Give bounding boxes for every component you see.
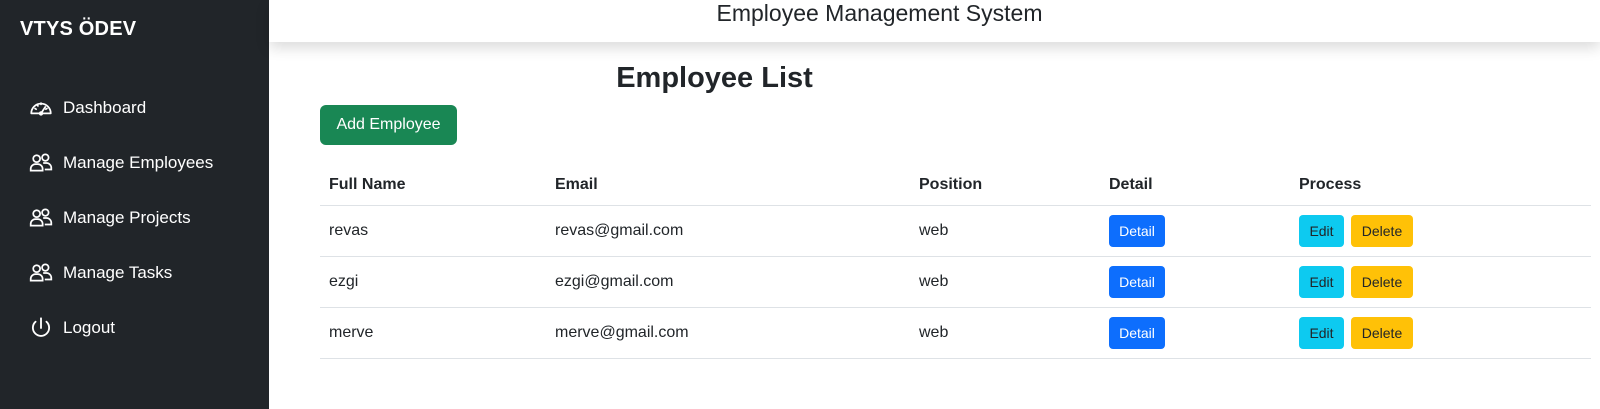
sidebar-item-logout[interactable]: Logout [28, 300, 213, 355]
people-icon [28, 260, 54, 286]
top-header: Employee Management System [269, 0, 1600, 42]
edit-button[interactable]: Edit [1299, 265, 1344, 298]
delete-button[interactable]: Delete [1351, 214, 1413, 247]
cell-position: web [910, 256, 1100, 308]
detail-button[interactable]: Detail [1109, 214, 1165, 247]
cell-position: web [910, 205, 1100, 257]
speedometer-icon [28, 95, 54, 121]
cell-detail: Detail [1100, 205, 1290, 257]
column-header-position: Position [910, 165, 1100, 206]
app-title: Employee Management System [716, 0, 1043, 26]
sidebar-item-label: Manage Projects [63, 207, 191, 227]
delete-button[interactable]: Delete [1351, 265, 1413, 298]
detail-button[interactable]: Detail [1109, 316, 1165, 349]
column-header-process: Process [1290, 165, 1591, 206]
column-header-full-name: Full Name [320, 165, 546, 206]
employee-table: Full Name Email Position Detail Process … [320, 165, 1591, 359]
page-title-text: Employee List [616, 62, 813, 94]
edit-button[interactable]: Edit [1299, 214, 1344, 247]
cell-detail: Detail [1100, 256, 1290, 308]
table-row: revas revas@gmail.com web Detail Edit Del… [320, 205, 1591, 257]
cell-full-name: revas [320, 205, 546, 257]
people-icon [28, 205, 54, 231]
cell-full-name: ezgi [320, 256, 546, 308]
table-header-row: Full Name Email Position Detail Process [320, 165, 1591, 206]
people-icon [28, 150, 54, 176]
cell-process: Edit Delete [1290, 256, 1591, 308]
power-icon [28, 315, 54, 341]
page-title: Employee List [269, 62, 1600, 95]
table-row: ezgi ezgi@gmail.com web Detail Edit Delet… [320, 256, 1591, 308]
cell-email: ezgi@gmail.com [546, 256, 910, 308]
sidebar: VTYS ÖDEV Dashboard Manage Employees Man… [0, 0, 269, 409]
cell-process: Edit Delete [1290, 205, 1591, 257]
sidebar-item-manage-employees[interactable]: Manage Employees [28, 135, 213, 190]
cell-email: revas@gmail.com [546, 205, 910, 257]
detail-button[interactable]: Detail [1109, 265, 1165, 298]
sidebar-brand: VTYS ÖDEV [20, 18, 137, 40]
cell-email: merve@gmail.com [546, 307, 910, 359]
delete-button[interactable]: Delete [1351, 316, 1413, 349]
edit-button[interactable]: Edit [1299, 316, 1344, 349]
cell-full-name: merve [320, 307, 546, 359]
table-row: merve merve@gmail.com web Detail Edit Del… [320, 307, 1591, 359]
column-header-detail: Detail [1100, 165, 1290, 206]
sidebar-item-manage-tasks[interactable]: Manage Tasks [28, 245, 213, 300]
sidebar-item-label: Manage Tasks [63, 262, 173, 282]
add-employee-button[interactable]: Add Employee [320, 105, 457, 145]
cell-process: Edit Delete [1290, 307, 1591, 359]
sidebar-item-label: Dashboard [63, 97, 147, 117]
sidebar-nav: Dashboard Manage Employees Manage Projec… [28, 80, 213, 355]
cell-detail: Detail [1100, 307, 1290, 359]
sidebar-item-label: Logout [63, 317, 115, 337]
sidebar-item-dashboard[interactable]: Dashboard [28, 80, 213, 135]
sidebar-item-manage-projects[interactable]: Manage Projects [28, 190, 213, 245]
column-header-email: Email [546, 165, 910, 206]
employee-table-container: Full Name Email Position Detail Process … [320, 165, 1591, 359]
cell-position: web [910, 307, 1100, 359]
sidebar-item-label: Manage Employees [63, 152, 214, 172]
